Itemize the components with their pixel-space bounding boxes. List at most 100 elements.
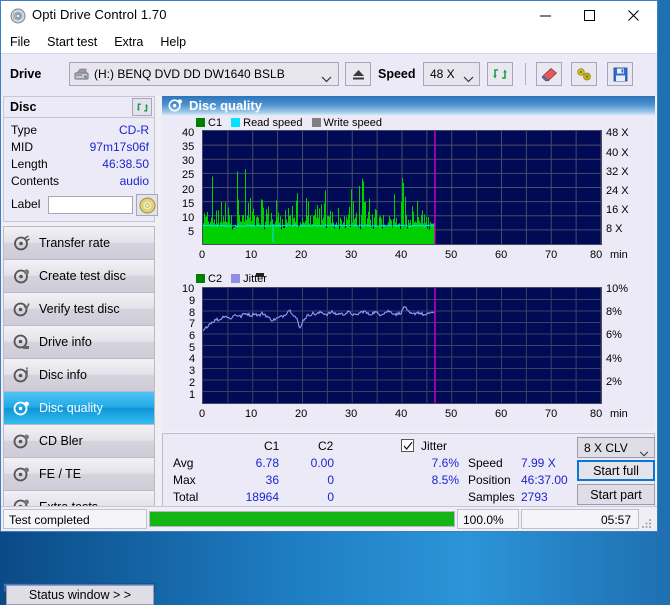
- disc-quality-icon: [168, 98, 183, 113]
- c2-y2tick: 8%: [606, 306, 622, 318]
- speed-label: Speed: [378, 67, 416, 81]
- write-speed-select[interactable]: 8 X CLV: [577, 437, 655, 458]
- menu-item-file[interactable]: File: [10, 35, 30, 49]
- disc-write-icon: [13, 268, 30, 285]
- app-disc-icon: [10, 8, 26, 24]
- erase-button[interactable]: [536, 62, 562, 86]
- sidebar-item-label: Drive info: [39, 335, 92, 349]
- start-part-button[interactable]: Start part: [577, 484, 655, 505]
- c1-y2tick: 16 X: [606, 204, 629, 216]
- position-stat-value: 46:37.00: [521, 473, 568, 487]
- sidebar-item-label: Disc info: [39, 368, 87, 382]
- disc-quality-icon: [13, 400, 30, 417]
- sidebar-item-label: CD Bler: [39, 434, 83, 448]
- tools-button[interactable]: [571, 62, 597, 86]
- resize-grip-icon[interactable]: [641, 516, 653, 528]
- c1-plot-area[interactable]: [202, 130, 602, 245]
- disc-row-key: Contents: [11, 174, 60, 188]
- chevron-down-icon: [321, 70, 332, 88]
- c2-xtick: 0: [199, 408, 206, 420]
- legend-swatch-c2: [196, 274, 205, 283]
- c2-y2tick: 4%: [606, 353, 622, 365]
- samples-stat-value: 2793: [521, 490, 548, 504]
- status-window-button-label: Status window > >: [28, 588, 132, 602]
- write-speed-select-value: 8 X CLV: [584, 441, 628, 455]
- disc-media-button[interactable]: [136, 194, 158, 216]
- sidebar-item-fe-te[interactable]: FE / TE: [3, 457, 155, 490]
- c2-xtick: 80: [590, 408, 603, 420]
- elapsed-time: 05:57: [600, 513, 631, 527]
- status-window-button[interactable]: Status window > >: [6, 585, 154, 605]
- c1-ytick: 40: [182, 127, 195, 139]
- disc-row-contents: Contents audio: [4, 174, 156, 191]
- save-button[interactable]: [607, 62, 633, 86]
- refresh-button[interactable]: [487, 62, 513, 86]
- c1-xtick: 10: [245, 249, 258, 261]
- c2-xtick: 70: [545, 408, 558, 420]
- menu-item-start-test[interactable]: Start test: [47, 35, 97, 49]
- minimize-button[interactable]: [523, 1, 567, 30]
- c1-ytick: 30: [182, 155, 195, 167]
- disc-row-value: 46:38.50: [102, 157, 149, 171]
- c1-xaxis-unit: min: [610, 249, 628, 261]
- stats-c2-total: 0: [327, 490, 334, 504]
- disc-label-key: Label: [11, 197, 41, 211]
- disc-refresh-button[interactable]: [132, 98, 152, 116]
- sidebar-item-transfer-rate[interactable]: Transfer rate: [3, 226, 155, 259]
- c1-xtick: 30: [345, 249, 358, 261]
- speed-stat-label: Speed: [468, 456, 503, 470]
- legend-swatch-write-speed: [311, 118, 321, 127]
- sidebar-item-disc-info[interactable]: Disc info: [3, 358, 155, 391]
- menu-bar: File Start test Extra Help: [1, 31, 657, 53]
- stats-col-c1: C1: [264, 439, 280, 453]
- c2-y2tick: 10%: [606, 283, 629, 295]
- c1-y2tick: 32 X: [606, 166, 629, 178]
- menu-item-help[interactable]: Help: [160, 35, 186, 49]
- disc-drive-icon: [13, 334, 30, 351]
- c1-y2tick: 48 X: [606, 127, 629, 139]
- sidebar-item-disc-quality[interactable]: Disc quality: [3, 391, 155, 424]
- status-bar: Test completed 100.0% 05:57: [1, 506, 657, 531]
- menu-item-extra[interactable]: Extra: [114, 35, 143, 49]
- drive-toolbar: Drive (H:) BENQ DVD DD DW1640 BSLB Speed…: [1, 53, 657, 96]
- disc-label-input[interactable]: [48, 196, 133, 214]
- c2-ytick: 6: [189, 330, 196, 342]
- c1-xtick: 20: [295, 249, 308, 261]
- maximize-button[interactable]: [567, 1, 611, 30]
- c2-plot-area[interactable]: [202, 287, 602, 404]
- c1-ytick: 15: [182, 198, 195, 210]
- stats-c1-max: 36: [265, 473, 279, 487]
- legend-marker: [256, 273, 264, 277]
- toolbar-separator: [525, 63, 526, 85]
- c2-ytick: 7: [189, 318, 196, 330]
- main-panel: Disc quality C1 Read speed Write speed 4…: [159, 96, 657, 507]
- sidebar-item-label: Transfer rate: [39, 236, 111, 250]
- c2-plot-svg: [203, 288, 601, 403]
- c1-y2tick: 24 X: [606, 185, 629, 197]
- legend-label-write-speed: Write speed: [323, 117, 383, 129]
- sidebar-item-label: Verify test disc: [39, 302, 120, 316]
- stats-c1-total: 18964: [245, 490, 279, 504]
- sidebar-item-cd-bler[interactable]: CD Bler: [3, 424, 155, 457]
- left-panel: Disc Type CD-R MID 97m17s06f Length 46:3…: [1, 96, 159, 605]
- c2-ytick: 4: [189, 353, 196, 365]
- legend-swatch-c1: [196, 118, 205, 127]
- drive-select[interactable]: (H:) BENQ DVD DD DW1640 BSLB: [69, 62, 339, 86]
- stats-row-max: Max: [173, 473, 196, 487]
- disc-row-key: Type: [11, 123, 38, 137]
- eject-button[interactable]: [345, 62, 371, 86]
- c1-xtick: 50: [445, 249, 458, 261]
- sidebar-item-drive-info[interactable]: Drive info: [3, 325, 155, 358]
- speed-select[interactable]: 48 X: [423, 62, 480, 86]
- disc-row-mid: MID 97m17s06f: [4, 140, 156, 157]
- sidebar-item-create-test-disc[interactable]: Create test disc: [3, 259, 155, 292]
- jitter-checkbox[interactable]: [401, 439, 414, 452]
- close-button[interactable]: [611, 1, 655, 30]
- sidebar-item-label: Create test disc: [39, 269, 126, 283]
- disc-verify-icon: [13, 301, 30, 318]
- c1-plot-svg: [203, 131, 601, 244]
- sidebar-item-verify-test-disc[interactable]: Verify test disc: [3, 292, 155, 325]
- legend-label-read-speed: Read speed: [243, 117, 303, 129]
- start-full-button[interactable]: Start full: [577, 460, 655, 481]
- drive-select-value: (H:) BENQ DVD DD DW1640 BSLB: [94, 67, 285, 81]
